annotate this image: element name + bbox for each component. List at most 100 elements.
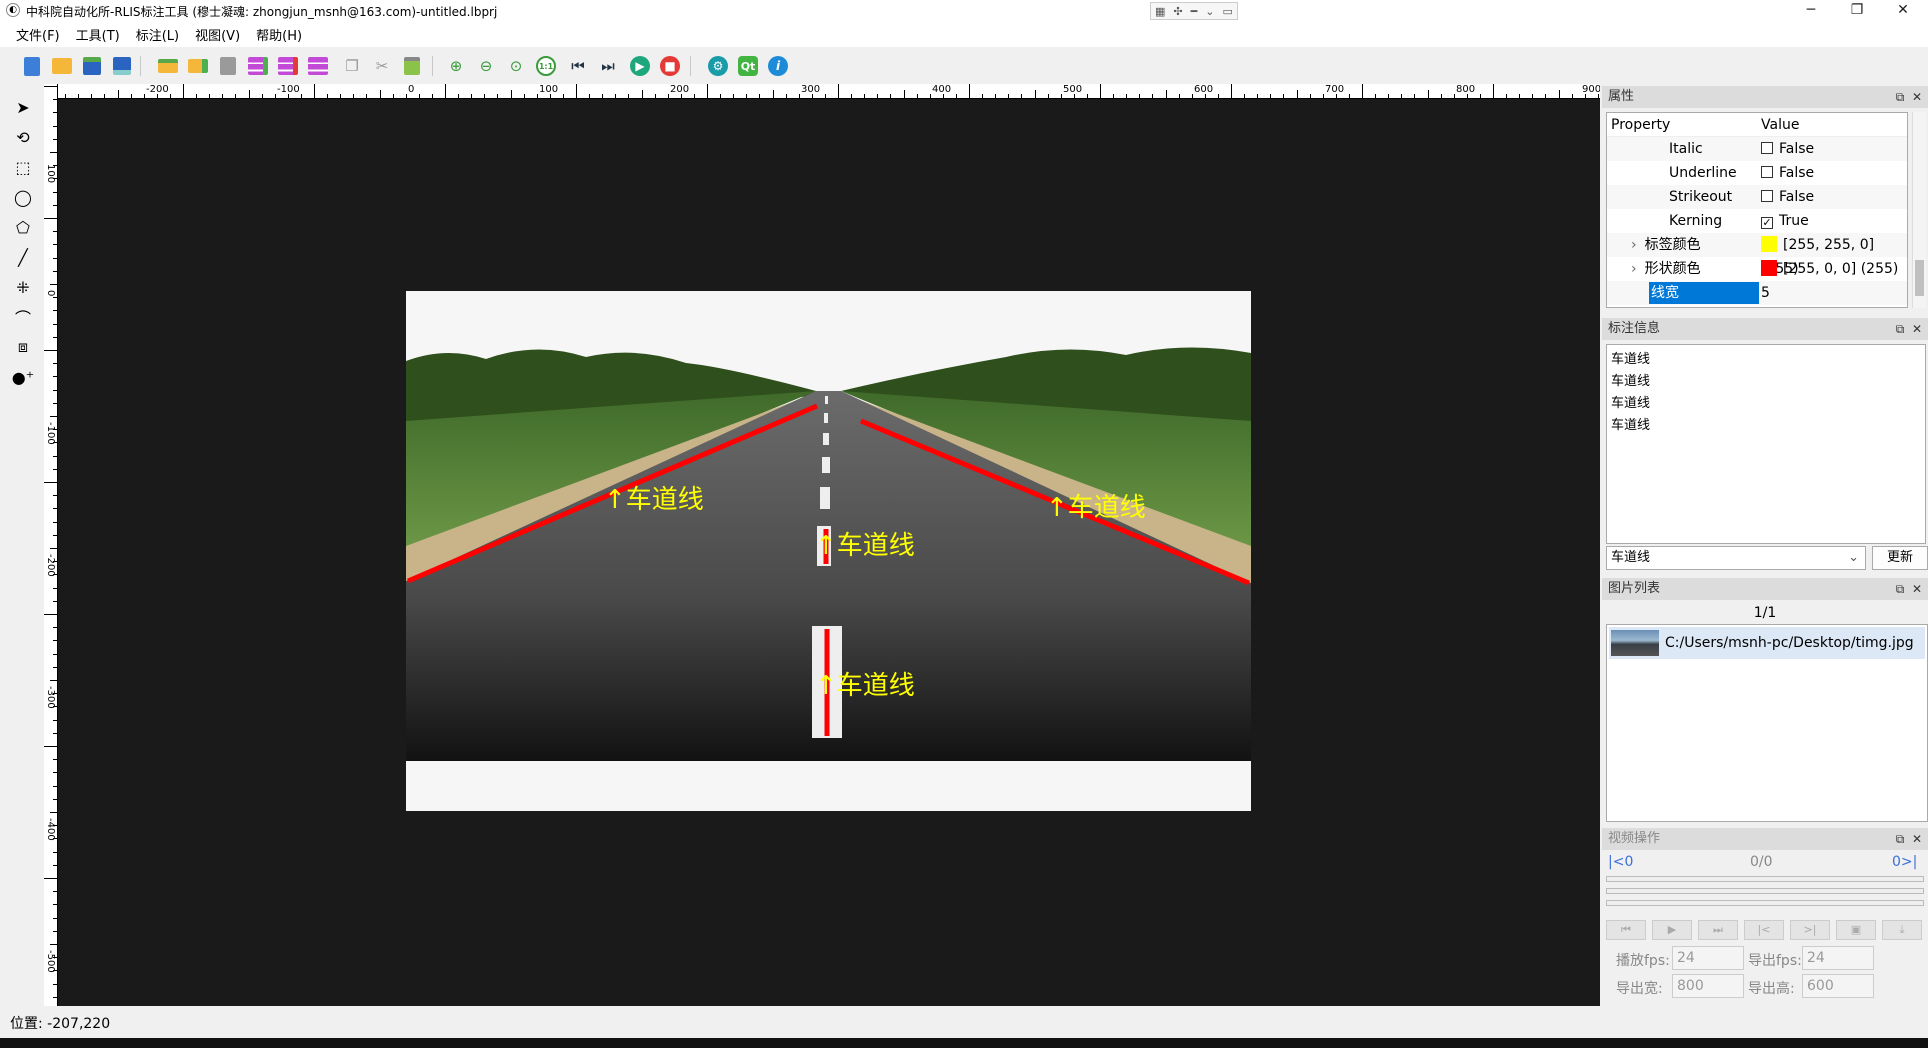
export-fps-select[interactable]: 24 — [1802, 946, 1874, 970]
menu-view[interactable]: 视图(V) — [187, 25, 248, 44]
chevron-down-icon[interactable]: ⌄ — [1205, 5, 1214, 18]
remove-layer-icon[interactable] — [276, 54, 300, 78]
lane-label-right[interactable]: ↑车道线 — [1046, 487, 1146, 524]
property-row[interactable]: Kerning ✓ True — [1607, 209, 1907, 233]
close-button[interactable]: ✕ — [1880, 0, 1926, 22]
property-value[interactable]: ✓ True — [1757, 209, 1907, 233]
next-image-icon[interactable]: ⏭ — [596, 54, 620, 78]
image-list-item[interactable]: C:/Users/msnh-pc/Desktop/timg.jpg — [1609, 627, 1925, 659]
video-export-button[interactable]: ⤓ — [1882, 920, 1922, 940]
close-panel-icon[interactable]: ✕ — [1912, 322, 1922, 336]
close-panel-icon[interactable]: ✕ — [1912, 832, 1922, 846]
open-folder-icon[interactable] — [50, 54, 74, 78]
bezier-tool-icon[interactable]: ⌒ — [10, 304, 36, 330]
save-icon[interactable] — [80, 54, 104, 78]
export-width-spinbox[interactable]: 800 — [1672, 974, 1744, 998]
float-panel-icon[interactable]: ⧉ — [1896, 832, 1905, 846]
lane-label-left[interactable]: ↑车道线 — [604, 479, 704, 516]
label-select[interactable]: 车道线 ⌄ — [1606, 546, 1866, 570]
zoom-in-icon[interactable]: ⊕ — [444, 54, 468, 78]
move-icon[interactable]: ✣ — [1173, 5, 1182, 18]
monitor-icon[interactable]: ▭ — [1223, 5, 1233, 18]
add-folder-icon[interactable] — [186, 54, 210, 78]
cut-icon[interactable]: ✂ — [370, 54, 394, 78]
restore-button[interactable]: ❐ — [1834, 0, 1880, 22]
road-image[interactable]: ↑车道线 ↑车道线 ↑车道线 ↑车道线 — [406, 291, 1251, 811]
minus-icon[interactable]: ━ — [1191, 5, 1198, 18]
play-icon[interactable]: ▶ — [628, 54, 652, 78]
lane-label-center-near[interactable]: ↑车道线 — [815, 665, 915, 702]
checkbox[interactable] — [1761, 190, 1773, 202]
property-value[interactable]: False — [1757, 161, 1907, 185]
property-row-line-width[interactable]: 线宽 5 — [1607, 281, 1907, 305]
property-scrollbar[interactable] — [1912, 112, 1926, 308]
paste-icon[interactable] — [400, 54, 424, 78]
rectangle-tool-icon[interactable]: ⬚ — [10, 154, 36, 180]
property-value[interactable]: [255, 255, 0] (255) — [1757, 233, 1907, 277]
annotation-list[interactable]: 车道线 车道线 车道线 车道线 — [1606, 344, 1926, 544]
video-start[interactable]: |<0 — [1608, 854, 1633, 870]
title-mini-toolbar[interactable]: ▦ ✣ ━ ⌄ ▭ — [1150, 2, 1238, 20]
float-panel-icon[interactable]: ⧉ — [1896, 322, 1905, 336]
layers-icon[interactable] — [306, 54, 330, 78]
stop-icon[interactable]: ■ — [658, 54, 682, 78]
property-row[interactable]: Underline False — [1607, 161, 1907, 185]
property-row[interactable]: Strikeout False — [1607, 185, 1907, 209]
copy-icon[interactable]: ❐ — [340, 54, 364, 78]
checkbox-checked[interactable]: ✓ — [1761, 217, 1773, 229]
point-add-tool-icon[interactable]: ●⁺ — [10, 364, 36, 390]
settings-icon[interactable]: ⚙ — [706, 54, 730, 78]
list-item[interactable]: 车道线 — [1611, 415, 1921, 437]
video-play-button[interactable]: ▶ — [1652, 920, 1692, 940]
play-fps-select[interactable]: 24 — [1672, 946, 1744, 970]
export-icon[interactable] — [216, 54, 240, 78]
video-record-button[interactable]: ▣ — [1836, 920, 1876, 940]
property-value[interactable]: [255, 0, 0] (255) — [1757, 257, 1907, 281]
float-panel-icon[interactable]: ⧉ — [1896, 582, 1905, 596]
property-row-shape-color[interactable]: › 形状颜色 [255, 0, 0] (255) — [1607, 257, 1907, 281]
zoom-fit-icon[interactable]: ⊙ — [504, 54, 528, 78]
polygon-tool-icon[interactable]: ⬠ — [10, 214, 36, 240]
float-panel-icon[interactable]: ⧉ — [1896, 90, 1905, 104]
lane-label-center-far[interactable]: ↑车道线 — [815, 525, 915, 562]
list-item[interactable]: 车道线 — [1611, 349, 1921, 371]
video-end[interactable]: 0>| — [1892, 854, 1917, 870]
ellipse-tool-icon[interactable]: ◯ — [10, 184, 36, 210]
rotate-icon[interactable]: ⟲ — [10, 124, 36, 150]
video-next-frame-button[interactable]: >| — [1790, 920, 1830, 940]
add-layer-icon[interactable] — [246, 54, 270, 78]
select-arrow-icon[interactable]: ➤ — [10, 94, 36, 120]
list-item[interactable]: 车道线 — [1611, 371, 1921, 393]
video-prev-frame-button[interactable]: |< — [1744, 920, 1784, 940]
menu-tools[interactable]: 工具(T) — [68, 25, 128, 44]
list-item[interactable]: 车道线 — [1611, 393, 1921, 415]
zoom-1to1-icon[interactable]: 1:1 — [534, 54, 558, 78]
save-as-icon[interactable] — [110, 54, 134, 78]
video-range-slider[interactable] — [1606, 888, 1924, 894]
qt-icon[interactable]: Qt — [736, 54, 760, 78]
keypoints-tool-icon[interactable]: ⁜ — [10, 274, 36, 300]
checkbox[interactable] — [1761, 166, 1773, 178]
image-list[interactable]: C:/Users/msnh-pc/Desktop/timg.jpg — [1606, 624, 1928, 822]
close-panel-icon[interactable]: ✕ — [1912, 90, 1922, 104]
property-row[interactable]: Italic False — [1607, 137, 1907, 161]
menu-label[interactable]: 标注(L) — [128, 25, 187, 44]
property-value[interactable]: False — [1757, 137, 1907, 161]
video-slider[interactable] — [1606, 876, 1924, 882]
video-next-button[interactable]: ⏭ — [1698, 920, 1738, 940]
scrollbar-thumb[interactable] — [1915, 260, 1924, 296]
expand-icon[interactable]: › — [1631, 237, 1637, 253]
grid-icon[interactable]: ▦ — [1155, 5, 1165, 18]
line-tool-icon[interactable]: ╱ — [10, 244, 36, 270]
annotation-canvas[interactable]: ↑车道线 ↑车道线 ↑车道线 ↑车道线 — [58, 99, 1600, 1006]
open-dir-icon[interactable] — [156, 54, 180, 78]
video-first-button[interactable]: ⏮ — [1606, 920, 1646, 940]
minimize-button[interactable]: ─ — [1788, 0, 1834, 22]
property-row-label-color[interactable]: › 标签颜色 [255, 255, 0] (255) — [1607, 233, 1907, 277]
prev-image-icon[interactable]: ⏮ — [566, 54, 590, 78]
close-panel-icon[interactable]: ✕ — [1912, 582, 1922, 596]
rotated-rect-tool-icon[interactable]: ⧈ — [10, 334, 36, 360]
new-file-icon[interactable] — [20, 54, 44, 78]
info-icon[interactable]: i — [766, 54, 790, 78]
video-range-slider[interactable] — [1606, 900, 1924, 906]
